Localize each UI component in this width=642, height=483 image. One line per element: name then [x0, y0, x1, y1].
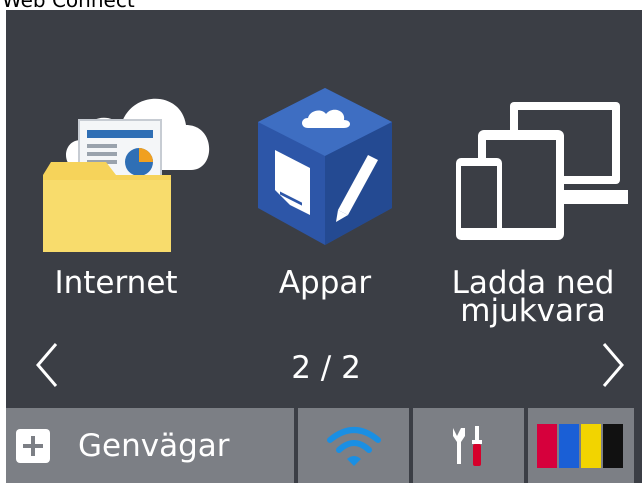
wifi-button[interactable]	[298, 408, 409, 483]
previous-page-arrow-icon[interactable]	[28, 340, 68, 390]
app-cube-icon	[230, 80, 420, 255]
tile-apps[interactable]: Appar	[230, 80, 420, 330]
shortcuts-label: Genvägar	[78, 427, 230, 464]
ink-levels-icon	[537, 423, 623, 468]
window-title: Web Connect	[2, 0, 135, 12]
printer-lcd-screen: Internet Appar Ladda ned mjukvara 2 / 2 …	[6, 10, 642, 483]
page-indicator: 2 / 2	[291, 350, 361, 386]
bottom-toolbar: Genvägar	[6, 408, 642, 483]
tile-download-software[interactable]: Ladda ned mjukvara	[438, 80, 632, 330]
next-page-arrow-icon[interactable]	[592, 340, 632, 390]
wifi-icon	[326, 426, 381, 466]
tile-apps-label: Appar	[278, 265, 372, 301]
cloud-folder-icon	[21, 80, 211, 255]
tile-internet[interactable]: Internet	[21, 80, 211, 330]
settings-tools-button[interactable]	[413, 408, 524, 483]
shortcuts-button[interactable]: Genvägar	[6, 408, 294, 483]
tile-download-label-line2: mjukvara	[460, 293, 606, 329]
tools-icon	[452, 425, 482, 466]
ink-levels-button[interactable]	[528, 408, 634, 483]
plus-icon	[16, 428, 50, 463]
devices-icon	[438, 80, 632, 255]
tile-internet-label: Internet	[54, 265, 178, 301]
